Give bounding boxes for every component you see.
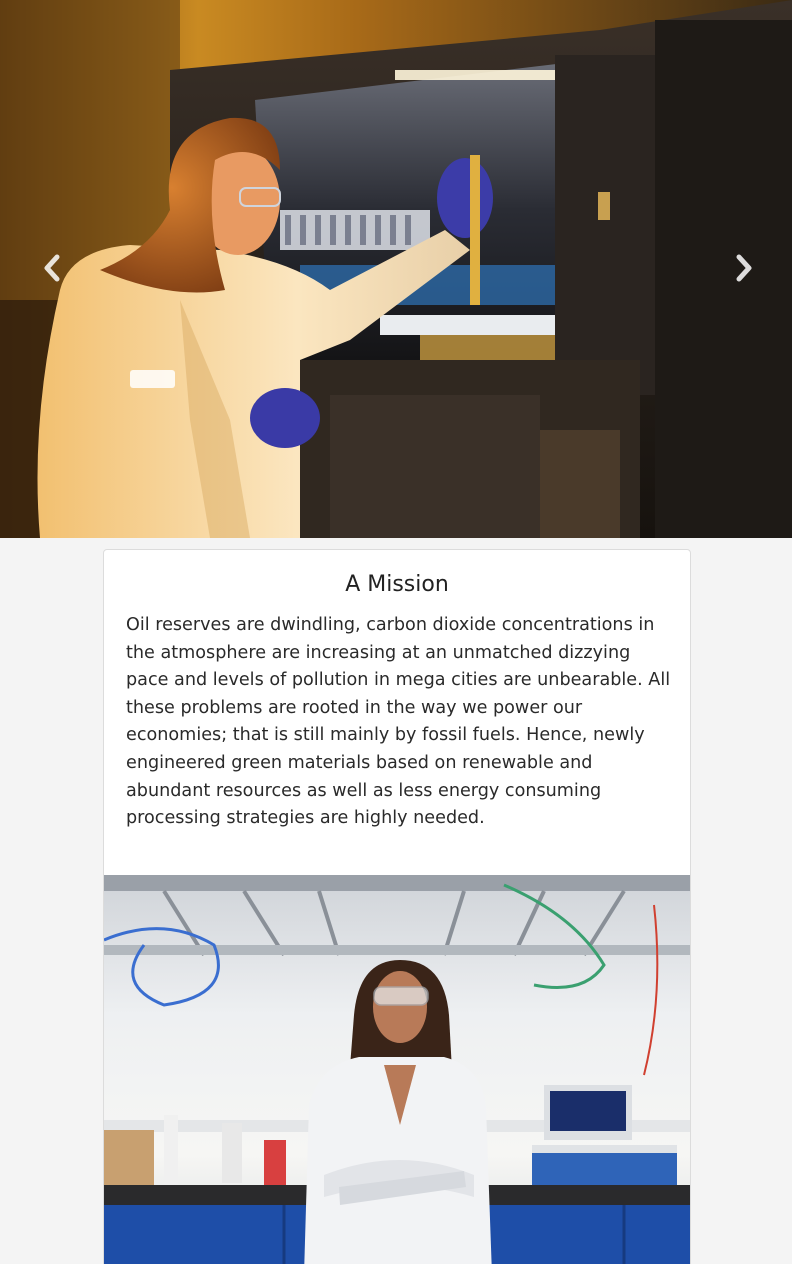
carousel-next-button[interactable]	[724, 246, 764, 290]
mission-image	[104, 875, 690, 1264]
mission-body: Oil reserves are dwindling, carbon dioxi…	[126, 615, 671, 829]
hero-carousel	[0, 0, 792, 538]
lab-photo	[104, 875, 690, 1264]
chevron-right-icon	[736, 254, 752, 282]
mission-card: A Mission Oil reserves are dwindling, ca…	[103, 549, 691, 1264]
carousel-prev-button[interactable]	[32, 246, 72, 290]
carousel-slide-image	[0, 0, 792, 538]
mission-title: A Mission	[345, 572, 449, 597]
chevron-left-icon	[44, 254, 60, 282]
page: A Mission Oil reserves are dwindling, ca…	[0, 0, 792, 1264]
